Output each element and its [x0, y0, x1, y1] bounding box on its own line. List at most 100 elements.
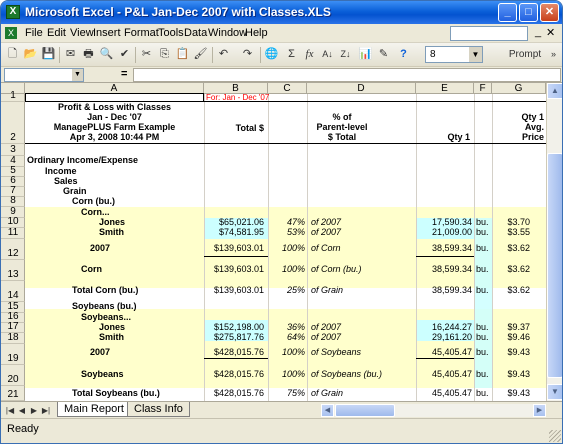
minimize-button[interactable]: _	[498, 3, 517, 22]
r13-parent: of Corn (bu.)	[311, 264, 362, 274]
row-header-2[interactable]: 2	[1, 102, 25, 144]
menu-edit[interactable]: Edit	[47, 27, 66, 39]
r10-total: $65,021.06	[218, 217, 264, 227]
r19-pct: 100%	[281, 347, 305, 357]
scroll-left-icon[interactable]: ◀	[321, 404, 334, 417]
row-header-20[interactable]: 20	[1, 365, 25, 386]
save-icon[interactable]: 💾	[40, 46, 57, 63]
close-button[interactable]: ✕	[540, 3, 559, 22]
autosum-icon[interactable]: Σ	[283, 46, 300, 63]
chevron-down-icon[interactable]: ▼	[72, 69, 83, 81]
header-qty: Qty 1	[447, 132, 470, 142]
workbook-icon[interactable]: X	[5, 27, 17, 39]
function-icon[interactable]: fx	[301, 46, 318, 63]
print-preview-icon[interactable]: 🔍	[98, 46, 115, 63]
r13-pct: 100%	[281, 264, 305, 274]
row-header-13[interactable]: 13	[1, 260, 25, 281]
prompt-button[interactable]: Prompt	[508, 46, 542, 63]
copy-icon[interactable]: ⎘	[156, 46, 173, 63]
scroll-up-icon[interactable]: ▲	[547, 83, 562, 99]
row-header-1[interactable]: 1	[1, 90, 25, 102]
cut-icon[interactable]: ✂	[138, 46, 155, 63]
font-size-value: 8	[430, 49, 436, 60]
chevron-down-icon[interactable]: ▼	[469, 47, 482, 62]
vertical-scroll-thumb[interactable]	[547, 153, 562, 378]
row-header-19[interactable]: 19	[1, 344, 25, 365]
first-sheet-icon[interactable]: |◀	[5, 405, 15, 416]
row-header-21[interactable]: 21	[1, 386, 25, 401]
resize-grip-icon[interactable]	[549, 430, 561, 442]
formula-fx-label: =	[121, 68, 128, 80]
active-cell-a1[interactable]	[25, 93, 204, 102]
r14-parent: of Grain	[311, 285, 344, 295]
menu-format[interactable]: Format	[124, 27, 159, 39]
r12-label: 2007	[90, 243, 111, 253]
r11-qty: 21,009.00	[431, 227, 472, 237]
header-g-qty: Qty 1	[521, 112, 544, 122]
doc-minimize-icon[interactable]: _	[535, 26, 541, 38]
menu-view[interactable]: View	[70, 27, 94, 39]
horizontal-scroll-thumb[interactable]	[335, 404, 395, 417]
next-sheet-icon[interactable]: ▶	[29, 405, 39, 416]
spreadsheet-grid[interactable]: A B C D E F G 1 2 3 4 5 6 7 8 9 10 11 12…	[1, 83, 562, 401]
r20-qty: 45,405.47	[431, 369, 472, 379]
paste-icon[interactable]: 📋	[174, 46, 191, 63]
toolbar-separator	[212, 47, 213, 63]
r14-unit: bu.	[476, 285, 489, 295]
last-sheet-icon[interactable]: ▶|	[41, 405, 51, 416]
scroll-right-icon[interactable]: ▶	[533, 404, 546, 417]
vertical-scrollbar[interactable]: ▲ ▼	[546, 83, 562, 401]
r13-price: $3.62	[507, 264, 530, 274]
title-bar[interactable]: X Microsoft Excel - P&L Jan-Dec 2007 wit…	[1, 1, 562, 24]
formula-input[interactable]	[133, 68, 561, 82]
r14-qty: 38,599.34	[431, 285, 472, 295]
row-header-11[interactable]: 11	[1, 227, 25, 239]
name-box[interactable]: ▼	[4, 68, 84, 82]
excel-icon[interactable]: X	[6, 5, 20, 19]
header-g-price: Price	[521, 132, 544, 142]
menu-data[interactable]: Data	[184, 27, 207, 39]
format-painter-icon[interactable]: 🖌	[192, 46, 209, 63]
spelling-icon[interactable]: ✔	[116, 46, 133, 63]
hyperlink-icon[interactable]: 🌐	[263, 46, 280, 63]
print-icon[interactable]: 🖶	[80, 46, 97, 63]
doc-close-icon[interactable]: ✕	[546, 26, 555, 39]
drawing-icon[interactable]: ✎	[375, 46, 392, 63]
sort-descending-icon[interactable]: Z↓	[337, 46, 354, 63]
menu-file[interactable]: File	[25, 27, 43, 39]
help-icon[interactable]: ?	[395, 46, 412, 63]
toolbar-separator	[135, 47, 136, 63]
r18-parent: of 2007	[311, 332, 342, 342]
report-date: Apr 3, 2008 10:44 PM	[69, 132, 160, 142]
tab-main-report[interactable]: Main Report	[57, 402, 131, 417]
menu-tools[interactable]: Tools	[158, 27, 184, 39]
prev-sheet-icon[interactable]: ◀	[17, 405, 27, 416]
menu-window[interactable]: Window	[208, 27, 247, 39]
help-question-input[interactable]	[450, 26, 528, 41]
row-header-18[interactable]: 18	[1, 332, 25, 344]
open-icon[interactable]: 📂	[22, 46, 39, 63]
label-corn-group: Corn...	[81, 207, 110, 217]
r11-price: $3.55	[507, 227, 530, 237]
row-header-12[interactable]: 12	[1, 239, 25, 260]
sort-ascending-icon[interactable]: A↓	[319, 46, 336, 63]
tab-class-info[interactable]: Class Info	[127, 402, 190, 417]
permission-icon[interactable]: ✉	[62, 46, 79, 63]
horizontal-scrollbar[interactable]: ◀ ▶	[321, 404, 546, 417]
row-header-14[interactable]: 14	[1, 281, 25, 302]
chart-icon[interactable]: 📊	[357, 46, 374, 63]
menu-help[interactable]: Help	[245, 27, 268, 39]
scroll-down-icon[interactable]: ▼	[547, 384, 562, 400]
redo-icon[interactable]: ↷	[239, 46, 256, 63]
font-size-select[interactable]: 8 ▼	[425, 46, 483, 63]
new-icon[interactable]: 🗋	[4, 46, 21, 63]
maximize-button[interactable]: □	[519, 3, 538, 22]
header-pct-2: Parent-level	[316, 122, 368, 132]
toolbar-separator	[260, 47, 261, 63]
r21-qty: 45,405.47	[431, 388, 472, 398]
menu-insert[interactable]: Insert	[93, 27, 121, 39]
label-soybeans-group: Soybeans...	[81, 312, 132, 322]
status-bar: Ready	[1, 418, 562, 443]
toolbar-options-icon[interactable]: »	[545, 46, 562, 63]
undo-icon[interactable]: ↶	[215, 46, 232, 63]
